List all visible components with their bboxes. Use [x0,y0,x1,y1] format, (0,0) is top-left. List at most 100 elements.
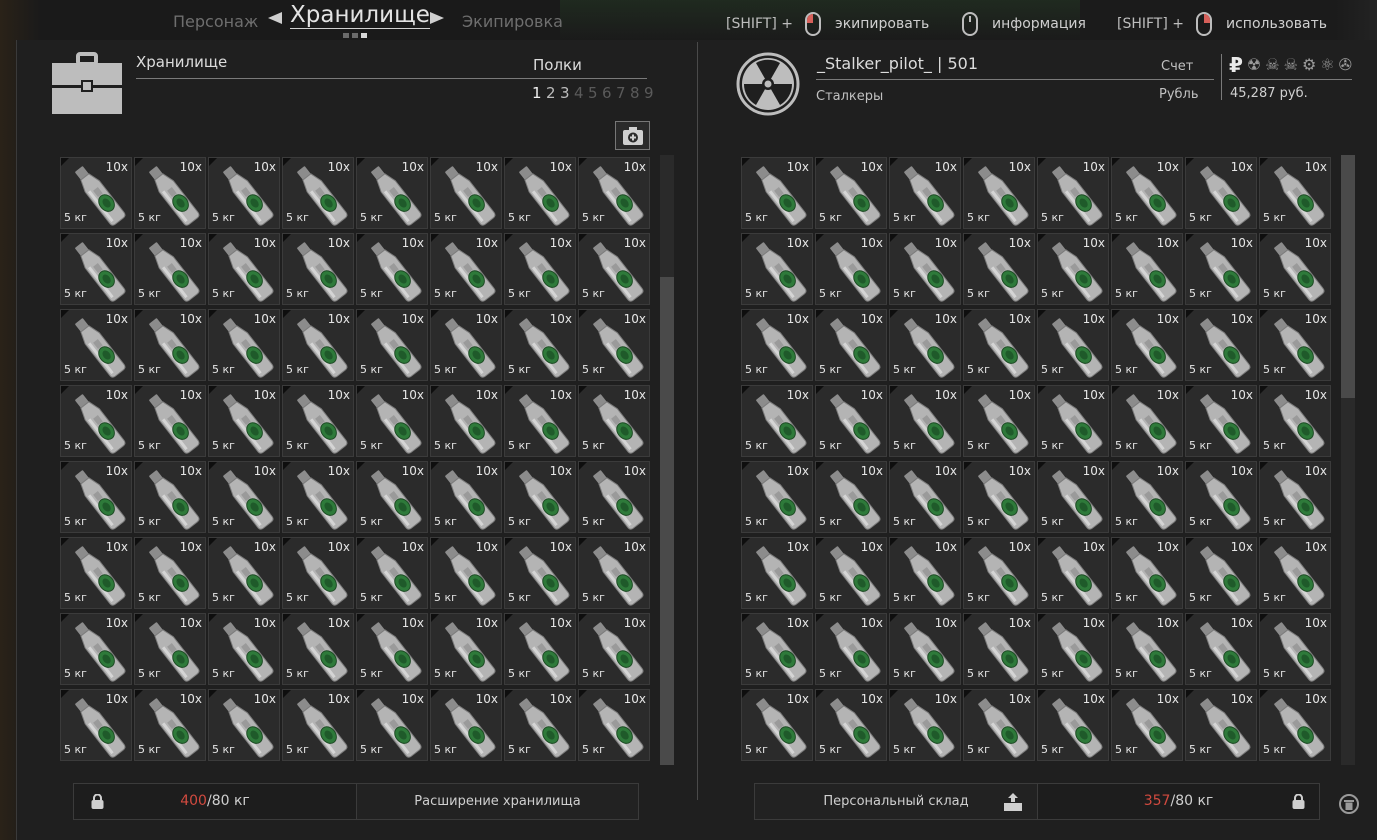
inventory-slot[interactable]: 10x 5 кг [741,613,813,685]
storage-slot[interactable]: 10x 5 кг [504,537,576,609]
storage-slot[interactable]: 10x 5 кг [504,157,576,229]
shelf-3[interactable]: 3 [560,84,573,102]
inventory-slot[interactable]: 10x 5 кг [889,689,961,761]
storage-slot[interactable]: 10x 5 кг [356,385,428,457]
storage-slot[interactable]: 10x 5 кг [134,537,206,609]
storage-slot[interactable]: 10x 5 кг [282,233,354,305]
tab-equipment[interactable]: Экипировка [462,12,563,31]
storage-slot[interactable]: 10x 5 кг [430,385,502,457]
storage-slot[interactable]: 10x 5 кг [134,157,206,229]
currency-option-icon[interactable]: ⚛ [1320,54,1334,76]
storage-slot[interactable]: 10x 5 кг [430,613,502,685]
inventory-slot[interactable]: 10x 5 кг [1259,309,1331,381]
storage-slot[interactable]: 10x 5 кг [134,385,206,457]
expand-storage-button[interactable]: Расширение хранилища [356,783,639,820]
storage-slot[interactable]: 10x 5 кг [60,537,132,609]
storage-slot[interactable]: 10x 5 кг [60,689,132,761]
storage-slot[interactable]: 10x 5 кг [60,157,132,229]
inventory-slot[interactable]: 10x 5 кг [1185,461,1257,533]
storage-slot[interactable]: 10x 5 кг [430,233,502,305]
inventory-slot[interactable]: 10x 5 кг [1259,385,1331,457]
inventory-slot[interactable]: 10x 5 кг [1037,233,1109,305]
inventory-slot[interactable]: 10x 5 кг [1185,157,1257,229]
storage-slot[interactable]: 10x 5 кг [430,157,502,229]
storage-slot[interactable]: 10x 5 кг [208,385,280,457]
storage-slot[interactable]: 10x 5 кг [208,157,280,229]
inventory-slot[interactable]: 10x 5 кг [889,613,961,685]
storage-slot[interactable]: 10x 5 кг [60,461,132,533]
storage-slot[interactable]: 10x 5 кг [578,689,650,761]
inventory-slot[interactable]: 10x 5 кг [889,461,961,533]
storage-slot[interactable]: 10x 5 кг [208,309,280,381]
inventory-slot[interactable]: 10x 5 кг [1037,689,1109,761]
shelf-8[interactable]: 8 [630,84,643,102]
storage-slot[interactable]: 10x 5 кг [578,233,650,305]
storage-slot[interactable]: 10x 5 кг [430,537,502,609]
storage-slot[interactable]: 10x 5 кг [134,309,206,381]
storage-slot[interactable]: 10x 5 кг [356,689,428,761]
inventory-slot[interactable]: 10x 5 кг [1185,233,1257,305]
inventory-slot[interactable]: 10x 5 кг [889,385,961,457]
shelf-1[interactable]: 1 [532,84,545,102]
storage-slot[interactable]: 10x 5 кг [282,689,354,761]
inventory-slot[interactable]: 10x 5 кг [741,157,813,229]
storage-slot[interactable]: 10x 5 кг [578,157,650,229]
inventory-slot[interactable]: 10x 5 кг [1111,461,1183,533]
inventory-slot[interactable]: 10x 5 кг [1111,385,1183,457]
storage-slot[interactable]: 10x 5 кг [60,309,132,381]
inventory-slot[interactable]: 10x 5 кг [815,233,887,305]
storage-slot[interactable]: 10x 5 кг [134,233,206,305]
inventory-slot[interactable]: 10x 5 кг [741,689,813,761]
storage-slot[interactable]: 10x 5 кг [504,689,576,761]
inventory-slot[interactable]: 10x 5 кг [889,233,961,305]
currency-option-icon[interactable]: ☠ [1265,54,1279,76]
inventory-slot[interactable]: 10x 5 кг [741,309,813,381]
currency-option-icon[interactable]: ⚙ [1302,54,1316,76]
ruble-icon[interactable]: ₽ [1229,54,1243,76]
currency-option-icon[interactable]: ☢ [1247,54,1261,76]
storage-slot[interactable]: 10x 5 кг [208,689,280,761]
storage-slot[interactable]: 10x 5 кг [60,233,132,305]
inventory-slot[interactable]: 10x 5 кг [1037,157,1109,229]
scroll-thumb[interactable] [660,277,674,765]
inventory-slot[interactable]: 10x 5 кг [889,537,961,609]
tab-character[interactable]: Персонаж [173,12,258,31]
inventory-slot[interactable]: 10x 5 кг [741,537,813,609]
storage-slot[interactable]: 10x 5 кг [208,233,280,305]
inventory-slot[interactable]: 10x 5 кг [1185,309,1257,381]
inventory-slot[interactable]: 10x 5 кг [815,613,887,685]
storage-slot[interactable]: 10x 5 кг [430,309,502,381]
storage-slot[interactable]: 10x 5 кг [282,157,354,229]
inventory-slot[interactable]: 10x 5 кг [1111,157,1183,229]
storage-slot[interactable]: 10x 5 кг [60,613,132,685]
storage-slot[interactable]: 10x 5 кг [208,537,280,609]
storage-slot[interactable]: 10x 5 кг [504,613,576,685]
inventory-slot[interactable]: 10x 5 кг [963,461,1035,533]
inventory-slot[interactable]: 10x 5 кг [1259,233,1331,305]
inventory-slot[interactable]: 10x 5 кг [741,385,813,457]
inventory-slot[interactable]: 10x 5 кг [1259,689,1331,761]
shelf-2[interactable]: 2 [546,84,559,102]
storage-slot[interactable]: 10x 5 кг [134,613,206,685]
inventory-slot[interactable]: 10x 5 кг [963,689,1035,761]
inventory-slot[interactable]: 10x 5 кг [1185,613,1257,685]
inventory-slot[interactable]: 10x 5 кг [963,233,1035,305]
storage-slot[interactable]: 10x 5 кг [282,461,354,533]
inventory-slot[interactable]: 10x 5 кг [963,537,1035,609]
inventory-slot[interactable]: 10x 5 кг [1111,537,1183,609]
scroll-thumb[interactable] [1341,155,1355,398]
inventory-slot[interactable]: 10x 5 кг [889,309,961,381]
storage-slot[interactable]: 10x 5 кг [356,537,428,609]
inventory-slot[interactable]: 10x 5 кг [963,157,1035,229]
inventory-slot[interactable]: 10x 5 кг [815,385,887,457]
inventory-slot[interactable]: 10x 5 кг [1037,461,1109,533]
inventory-slot[interactable]: 10x 5 кг [1111,233,1183,305]
inventory-slot[interactable]: 10x 5 кг [741,233,813,305]
storage-slot[interactable]: 10x 5 кг [356,309,428,381]
storage-slot[interactable]: 10x 5 кг [282,385,354,457]
storage-slot[interactable]: 10x 5 кг [430,461,502,533]
inventory-slot[interactable]: 10x 5 кг [1185,537,1257,609]
inventory-slot[interactable]: 10x 5 кг [1037,385,1109,457]
storage-slot[interactable]: 10x 5 кг [578,613,650,685]
storage-slot[interactable]: 10x 5 кг [356,613,428,685]
